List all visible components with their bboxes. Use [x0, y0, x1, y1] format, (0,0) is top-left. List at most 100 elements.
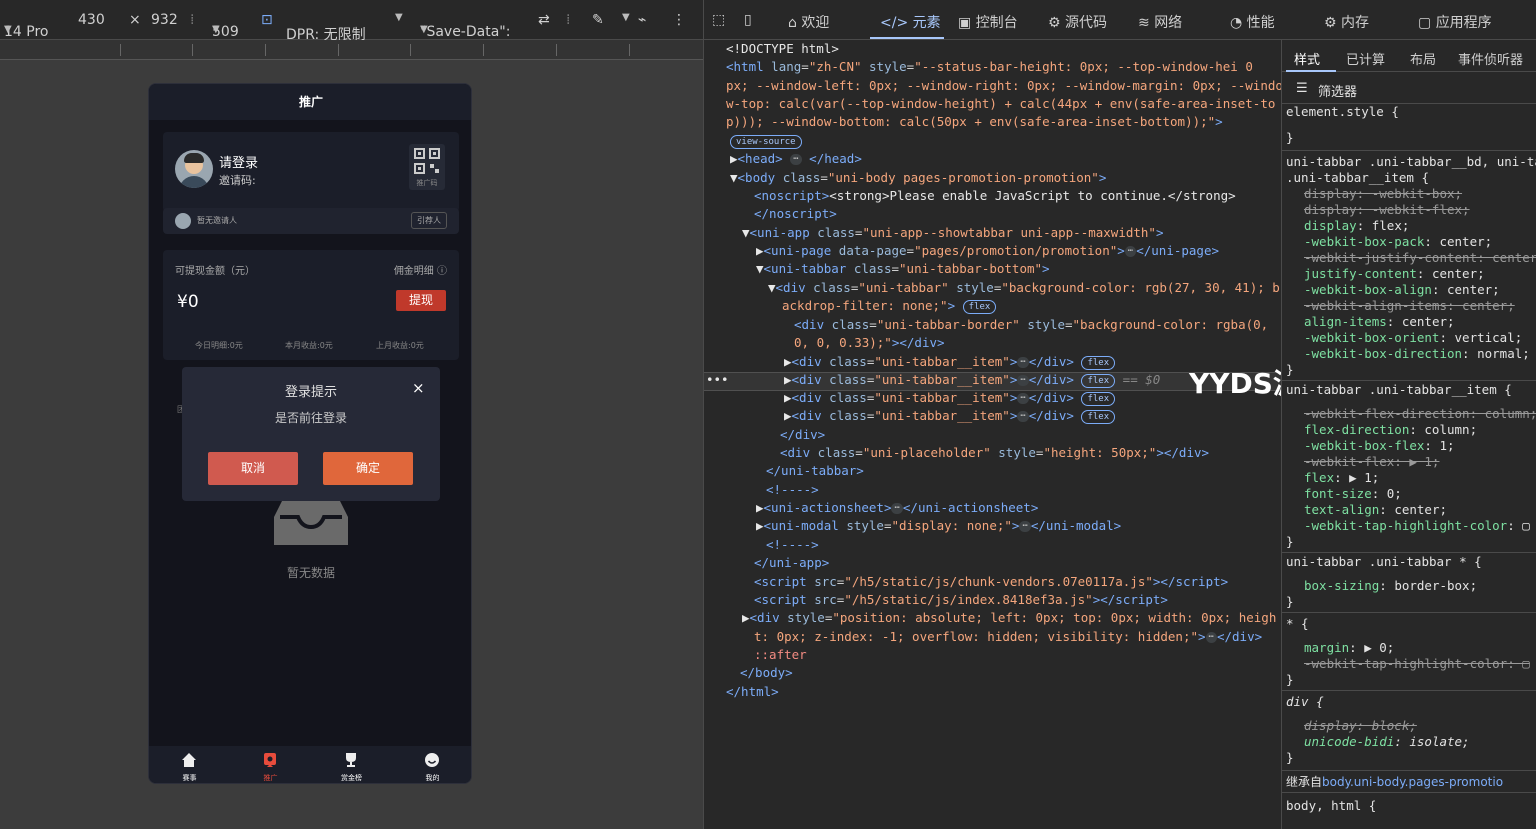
code-line[interactable]: <div class="uni-tabbar-border" style="ba… [794, 316, 1268, 334]
code-line[interactable]: ▶<div class="uni-tabbar__item"> ⋯ </div> f… [784, 389, 1116, 407]
css-line[interactable]: -webkit-box-align: center; [1304, 282, 1500, 298]
tab-sources[interactable]: ⚙ 源代码 [1048, 12, 1107, 32]
css-line[interactable]: -webkit-box-orient: vertical; [1304, 330, 1522, 346]
css-line[interactable]: -webkit-justify-content: center [1304, 250, 1536, 266]
css-line[interactable]: uni-tabbar .uni-tabbar__bd, uni-ta [1286, 154, 1536, 170]
code-line[interactable]: <div class="uni-placeholder" style="heig… [780, 444, 1209, 462]
code-line[interactable]: ::after [754, 646, 807, 664]
tab-events[interactable]: 赛事 [149, 746, 230, 783]
inherited-link[interactable]: body.uni-body.pages-promotio [1322, 775, 1503, 789]
css-line[interactable]: uni-tabbar .uni-tabbar * { [1286, 554, 1482, 570]
width-input[interactable]: 430 [78, 12, 105, 28]
referrer-button[interactable]: 引荐人 [411, 212, 447, 229]
tab-application[interactable]: ▢ 应用程序 [1418, 12, 1492, 32]
device-toggle-icon[interactable]: ▯ [744, 12, 752, 28]
tab-network[interactable]: ≋ 网络 [1138, 12, 1182, 32]
code-line[interactable]: ▶<head> ⋯ </head> [730, 150, 862, 168]
tab-event-listeners[interactable]: 事件侦听器 [1458, 49, 1523, 68]
css-line[interactable]: } [1286, 130, 1294, 146]
tab-console[interactable]: ▣ 控制台 [958, 12, 1018, 32]
css-line[interactable]: * { [1286, 616, 1309, 632]
more-options-icon[interactable]: ⋮ [672, 12, 686, 28]
code-line[interactable]: </uni-tabbar> [766, 462, 864, 480]
css-line[interactable]: -webkit-tap-highlight-color: ▢ [1304, 656, 1530, 672]
code-line[interactable]: <!----> [766, 536, 819, 554]
qr-code-button[interactable]: 推广码 [409, 144, 445, 190]
more-caret-icon[interactable]: ▼ [622, 12, 630, 23]
css-line[interactable]: display: -webkit-flex; [1304, 202, 1470, 218]
css-line[interactable]: display: block; [1304, 718, 1417, 734]
code-line[interactable]: <noscript><strong>Please enable JavaScri… [754, 187, 1236, 205]
withdraw-button[interactable]: 提现 [396, 290, 446, 311]
code-line[interactable]: w-top: calc(var(--top-window-height) + c… [726, 95, 1275, 113]
css-line[interactable]: -webkit-box-pack: center; [1304, 234, 1492, 250]
tab-bounty[interactable]: 赏金榜 [311, 746, 392, 783]
css-line[interactable]: element.style { [1286, 104, 1399, 120]
code-line[interactable]: ▼<div class="uni-tabbar" style="backgrou… [768, 279, 1280, 297]
css-line[interactable]: .uni-tabbar__item { [1286, 170, 1429, 186]
css-line[interactable]: align-items: center; [1304, 314, 1455, 330]
code-line[interactable]: ▼<body class="uni-body pages-promotion-p… [730, 169, 1106, 187]
css-line[interactable]: } [1286, 594, 1294, 610]
code-line[interactable]: </div> [780, 426, 825, 444]
filter-input[interactable]: ☰ 筛选器 [1282, 74, 1536, 104]
login-text[interactable]: 请登录 [219, 152, 258, 171]
confirm-button[interactable]: 确定 [323, 452, 413, 485]
css-line[interactable]: -webkit-flex: ▶ 1; [1304, 454, 1439, 470]
css-line[interactable]: display: flex; [1304, 218, 1409, 234]
rotate-icon[interactable]: ⇄ [538, 12, 550, 28]
code-line[interactable]: ackdrop-filter: none;"> flex [782, 297, 997, 315]
code-line[interactable]: px; --window-left: 0px; --window-right: … [726, 77, 1281, 95]
close-icon[interactable]: × [412, 379, 425, 397]
css-line[interactable]: unicode-bidi: isolate; [1304, 734, 1470, 750]
tab-computed[interactable]: 已计算 [1346, 49, 1385, 68]
user-card[interactable]: 请登录 邀请码: 推广码 [163, 132, 459, 212]
tab-styles[interactable]: 样式 [1294, 49, 1320, 68]
dpr-caret-icon[interactable]: ▼ [395, 12, 403, 23]
css-line[interactable]: } [1286, 750, 1294, 766]
code-line[interactable]: </noscript> [754, 205, 837, 223]
css-line[interactable]: font-size: 0; [1304, 486, 1402, 502]
css-line[interactable]: flex: ▶ 1; [1304, 470, 1379, 486]
css-line[interactable]: display: -webkit-box; [1304, 186, 1462, 202]
code-line[interactable]: t: 0px; z-index: -1; overflow: hidden; v… [754, 628, 1262, 646]
tab-elements[interactable]: </> 元素 [880, 12, 941, 32]
inspect-icon[interactable]: ⬚ [712, 12, 725, 28]
code-line[interactable]: </body> [740, 664, 793, 682]
commission-detail-link[interactable]: 佣金明细 ⓘ [394, 262, 447, 277]
css-line[interactable]: -webkit-tap-highlight-color: ▢ [1304, 518, 1530, 534]
code-line[interactable]: ▶<uni-modal style="display: none;"> ⋯ </un… [756, 517, 1121, 535]
css-line[interactable]: uni-tabbar .uni-tabbar__item { [1286, 382, 1512, 398]
code-line[interactable]: 0, 0, 0.33);"></div> [794, 334, 945, 352]
tab-layout[interactable]: 布局 [1410, 49, 1436, 68]
css-line[interactable]: } [1286, 534, 1294, 550]
tab-memory[interactable]: ⚙ 内存 [1324, 12, 1369, 32]
code-line[interactable]: <script src="/h5/static/js/chunk-vendors… [754, 573, 1228, 591]
code-line[interactable]: </html> [726, 683, 779, 701]
height-input[interactable]: 932 [151, 12, 178, 28]
css-line[interactable]: -webkit-flex-direction: column; [1304, 406, 1536, 422]
avatar[interactable] [175, 150, 213, 188]
code-line[interactable]: ▼<uni-tabbar class="uni-tabbar-bottom"> [756, 260, 1050, 278]
css-line[interactable]: margin: ▶ 0; [1304, 640, 1394, 656]
code-line[interactable]: ▼<uni-app class="uni-app--showtabbar uni… [742, 224, 1163, 242]
cancel-button[interactable]: 取消 [208, 452, 298, 485]
code-line-selected[interactable]: ▶<div class="uni-tabbar__item"> ⋯ </div> f… [784, 371, 1160, 389]
code-line[interactable]: ▶<uni-actionsheet> ⋯ </uni-actionsheet> [756, 499, 1038, 517]
code-line[interactable]: <script src="/h5/static/js/index.8418ef3… [754, 591, 1168, 609]
code-line[interactable]: ▶<uni-page data-page="pages/promotion/pr… [756, 242, 1219, 260]
tab-performance[interactable]: ◔ 性能 [1230, 12, 1275, 32]
code-line[interactable]: </uni-app> [754, 554, 829, 572]
tab-promotion[interactable]: 推广 [230, 746, 311, 783]
css-line[interactable]: body, html { [1286, 798, 1376, 814]
code-line-dots[interactable]: ••• [706, 371, 729, 389]
css-line[interactable]: box-sizing: border-box; [1304, 578, 1477, 594]
code-line[interactable]: ▶<div style="position: absolute; left: 0… [742, 609, 1276, 627]
css-line[interactable]: text-align: center; [1304, 502, 1447, 518]
code-line[interactable]: ▶<div class="uni-tabbar__item"> ⋯ </div> f… [784, 407, 1116, 425]
throttle-icon[interactable]: ⌁ [638, 12, 646, 28]
css-line[interactable]: div { [1286, 694, 1324, 710]
tab-mine[interactable]: 我的 [392, 746, 471, 783]
css-line[interactable]: flex-direction: column; [1304, 422, 1477, 438]
code-line[interactable]: <!----> [766, 481, 819, 499]
